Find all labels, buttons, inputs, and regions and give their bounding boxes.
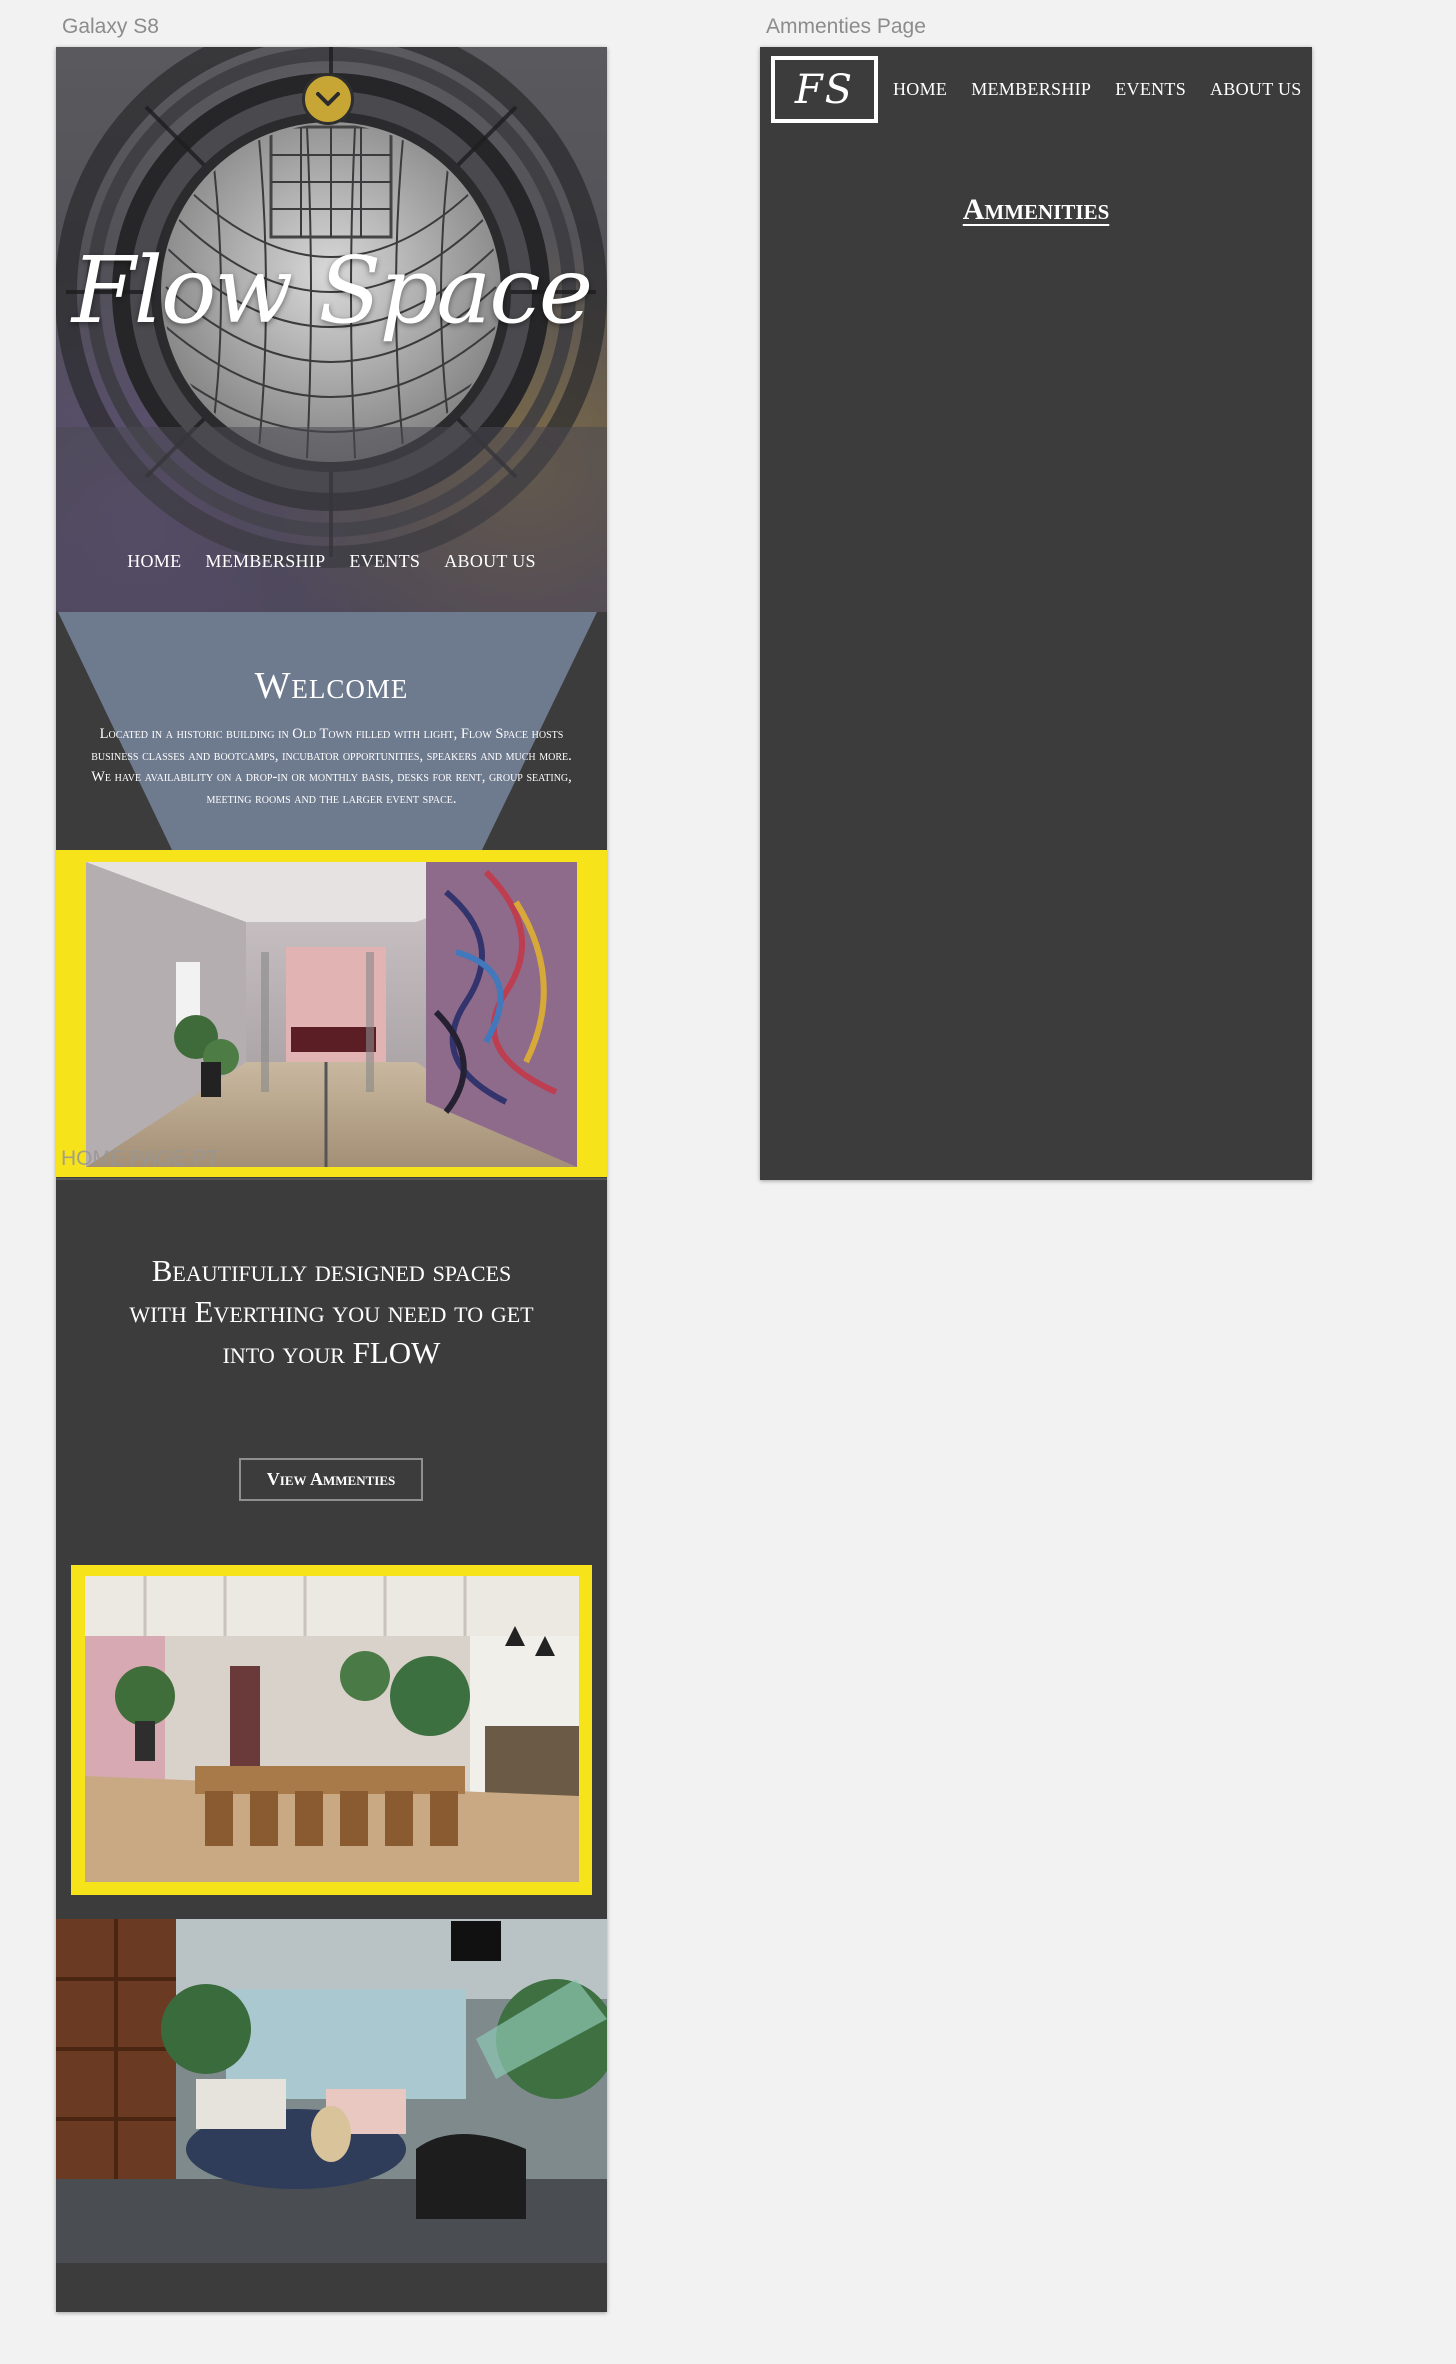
nav-home[interactable]: HOME — [127, 551, 181, 572]
galaxy-s8-artboard: Flow Space HOME MEMBERSHIP EVENTS ABOUT … — [56, 47, 607, 2312]
amenities-nav: HOME MEMBERSHIP EVENTS ABOUT US — [893, 79, 1302, 100]
tagline-heading: Beautifully designed spaces with Everthi… — [129, 1253, 534, 1370]
dining-photo — [85, 1576, 579, 1882]
nav-membership[interactable]: MEMBERSHIP — [971, 79, 1091, 100]
welcome-description: Located in a historic building in Old To… — [91, 726, 572, 807]
view-amenities-button[interactable]: View Ammenties — [239, 1458, 423, 1501]
lounge-photo — [56, 1919, 607, 2263]
hero-nav: HOME MEMBERSHIP EVENTS ABOUT US — [56, 551, 607, 572]
hero-section: Flow Space HOME MEMBERSHIP EVENTS ABOUT … — [56, 47, 607, 612]
page-title: Ammenities — [962, 193, 1110, 226]
nav-events[interactable]: EVENTS — [349, 551, 420, 572]
chevron-down-icon — [316, 92, 340, 106]
nav-home[interactable]: HOME — [893, 79, 947, 100]
fs-logo[interactable]: FS — [771, 56, 878, 123]
welcome-section: Welcome Located in a historic building i… — [56, 612, 607, 850]
nav-about-us[interactable]: ABOUT US — [444, 551, 536, 572]
artboard-label-amenities: Ammenties Page — [766, 15, 926, 38]
lobby-photo — [86, 862, 577, 1167]
scroll-down-button[interactable] — [302, 73, 354, 125]
welcome-title: Welcome — [254, 665, 409, 707]
nav-about-us[interactable]: ABOUT US — [1210, 79, 1302, 100]
section-divider — [56, 1178, 607, 1180]
overlay-label: HOME PAGE PT — [61, 1147, 220, 1170]
nav-events[interactable]: EVENTS — [1115, 79, 1186, 100]
nav-membership[interactable]: MEMBERSHIP — [205, 551, 325, 572]
artboard-label-galaxy: Galaxy S8 — [62, 15, 159, 38]
brand-logo-script: Flow Space — [71, 237, 593, 344]
amenities-page-artboard: FS HOME MEMBERSHIP EVENTS ABOUT US Ammen… — [760, 47, 1312, 1180]
